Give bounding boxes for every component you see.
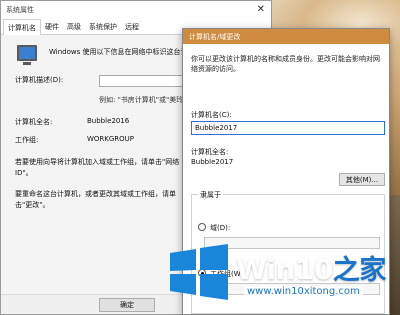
- tab-computer-name[interactable]: 计算机名: [3, 19, 41, 36]
- workgroup-label: 工作组:: [15, 136, 39, 144]
- computer-name-dialog-titlebar[interactable]: 计算机名/域更改: [183, 29, 389, 44]
- system-properties-titlebar[interactable]: 系统属性: [1, 1, 271, 19]
- full-name-label: 计算机全名:: [15, 118, 53, 126]
- computer-name-input[interactable]: Bubble2017: [191, 121, 385, 135]
- workgroup-value: WORKGROUP: [87, 135, 135, 143]
- windows-logo-icon: [170, 244, 228, 300]
- domain-radio[interactable]: [198, 223, 206, 231]
- rename-text: 要重命名这台计算机，或者更改其域或工作组，请单击"更改"。: [15, 190, 176, 209]
- tab-hardware[interactable]: 硬件: [41, 19, 63, 35]
- tab-remote[interactable]: 远程: [121, 19, 143, 35]
- dialog-full-name-label: 计算机全名:: [191, 148, 229, 156]
- domain-radio-label: 域(D):: [210, 224, 231, 232]
- dialog-description: 你可以更改该计算机的名称和成员身份。更改可能会影响对网络资源的访问。: [191, 55, 380, 73]
- computer-desc-hint: 例如: "书房计算机"或"美玲的: [99, 96, 191, 104]
- computer-name-label: 计算机名(C):: [191, 111, 232, 119]
- dialog-title: 计算机名/域更改: [189, 32, 241, 41]
- watermark-brand-suffix: 之家: [332, 255, 387, 286]
- member-of-title: 隶属于: [198, 190, 223, 200]
- watermark-brand-prefix: Win10: [236, 253, 333, 286]
- more-button[interactable]: 其他(M)...: [339, 173, 385, 186]
- tab-advanced[interactable]: 高级: [63, 19, 85, 35]
- ok-button[interactable]: 确定: [99, 298, 155, 312]
- network-id-text: 若要使用向导将计算机加入域或工作组，请单击"网络 ID"。: [15, 158, 180, 177]
- computer-name-input-value: Bubble2017: [195, 124, 238, 132]
- dialog-full-name-value: Bubble2017: [191, 158, 234, 166]
- window-title: 系统属性: [6, 6, 34, 14]
- close-icon[interactable]: ✕: [257, 4, 265, 15]
- computer-desc-label: 计算机描述(D):: [15, 76, 64, 84]
- watermark-brand: Win10之家: [236, 248, 386, 287]
- full-name-value: Bubble2016: [87, 117, 130, 125]
- watermark-url: www.win10xitong.com: [244, 286, 363, 297]
- computer-icon: [17, 45, 37, 65]
- tab-system-protection[interactable]: 系统保护: [85, 19, 121, 35]
